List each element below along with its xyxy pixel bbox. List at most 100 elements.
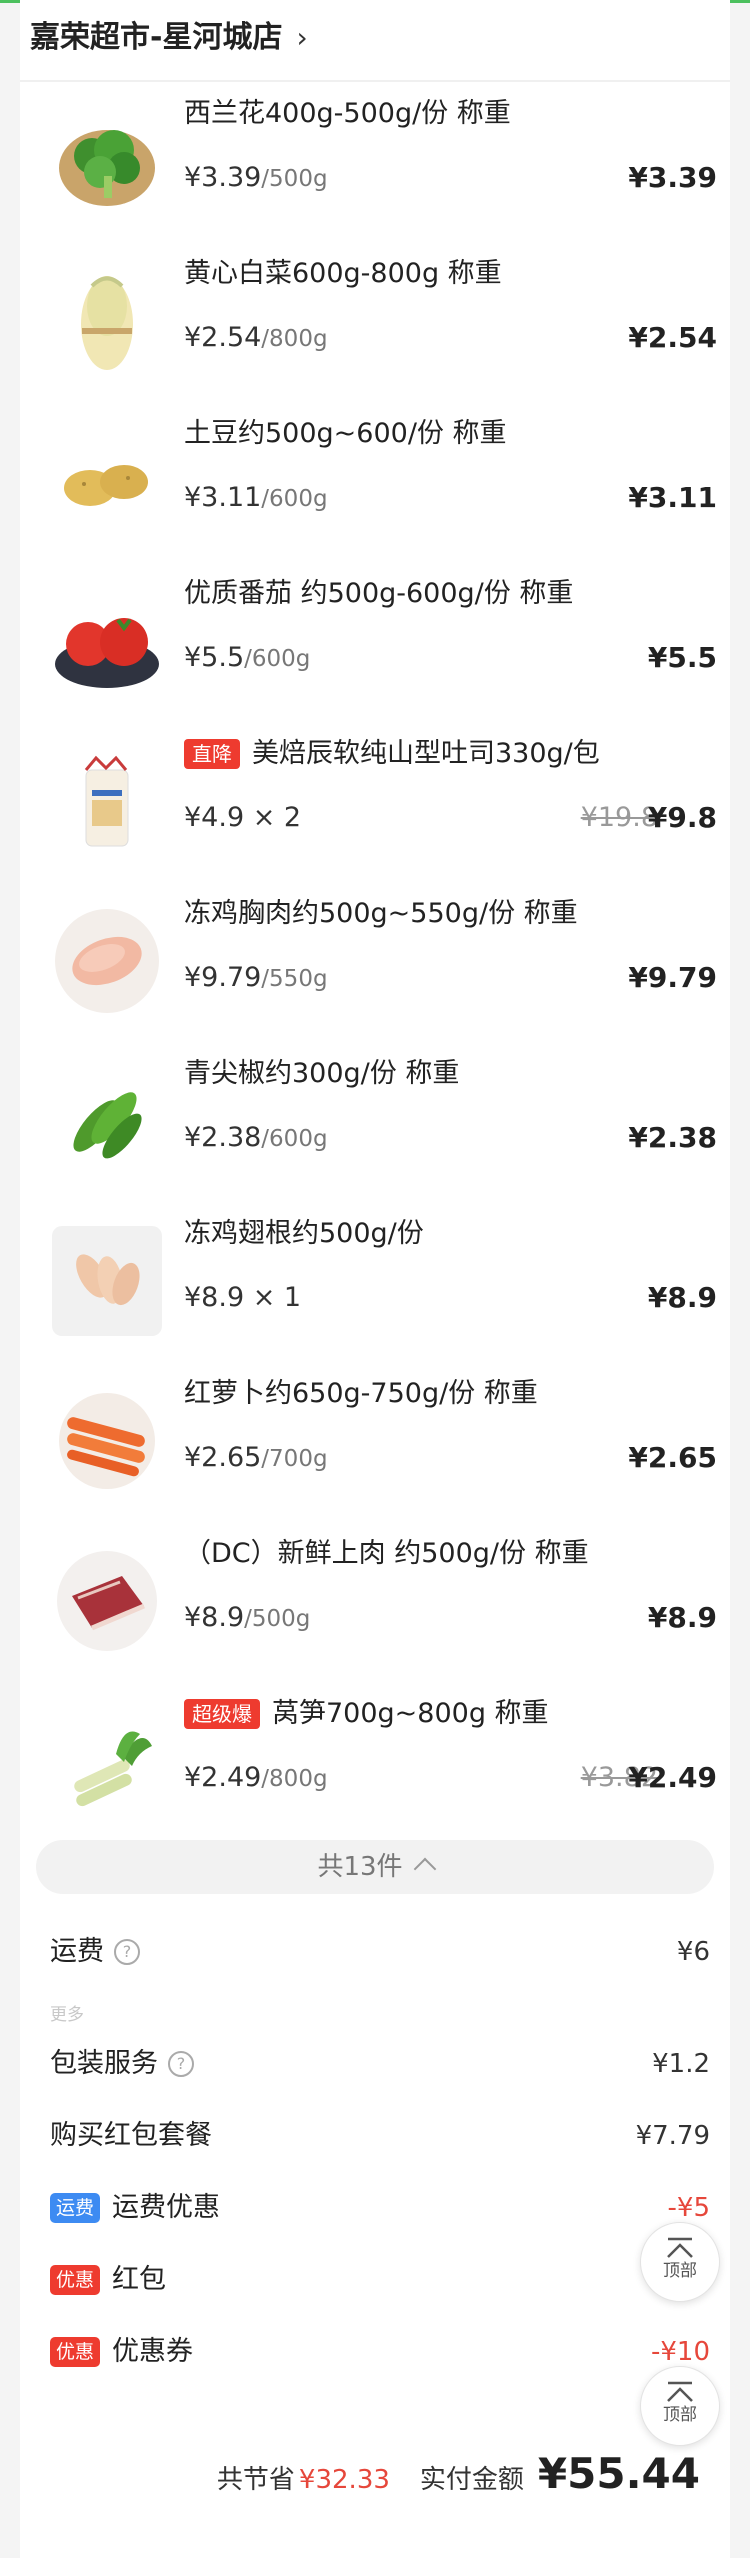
discount-badge: 优惠 <box>50 2265 101 2295</box>
list-item[interactable]: 土豆约500g~600/份 称重 ¥3.11/600g ¥3.11 <box>20 406 730 556</box>
unit-price-value: ¥8.9 × 1 <box>184 1282 302 1313</box>
item-title: 超级爆 莴笋700g~800g 称重 <box>184 1694 724 1734</box>
more-label: 更多 <box>50 2005 84 2025</box>
pay-amount: ¥55.44 <box>537 2449 700 2498</box>
list-item[interactable]: 黄心白菜600g-800g 称重 ¥2.54/800g ¥2.54 <box>20 246 730 396</box>
fee-value: ¥7.79 <box>635 2121 710 2151</box>
unit-price-value: ¥2.54 <box>184 322 262 353</box>
list-item[interactable]: 西兰花400g-500g/份 称重 ¥3.39/500g ¥3.39 <box>20 86 730 236</box>
list-item[interactable]: 超级爆 莴笋700g~800g 称重 ¥2.49/800g ¥3.82 ¥2.49 <box>20 1686 730 1836</box>
arrow-up-icon <box>667 2381 693 2402</box>
collapse-items-button[interactable]: 共13件 <box>36 1840 714 1894</box>
broccoli-image <box>52 106 162 216</box>
chevron-right-icon: › <box>296 21 308 54</box>
item-total: ¥8.9 <box>647 1281 717 1314</box>
discount-badge: 优惠 <box>50 2337 101 2367</box>
fee-row-shipping-discount: 运费 运费优惠 -¥5 <box>50 2186 710 2230</box>
fee-row-shipping: 运费? ¥6 <box>50 1930 710 1974</box>
back-to-top-label: 顶部 <box>663 2405 697 2425</box>
arrow-up-icon <box>667 2237 693 2258</box>
toast-bread-image <box>52 746 162 856</box>
item-title-text: 土豆约500g~600/份 称重 <box>184 418 507 449</box>
item-total: ¥5.5 <box>647 641 717 674</box>
back-to-top-button[interactable]: 顶部 <box>640 2222 720 2302</box>
item-title-text: （DC）新鲜上肉 约500g/份 称重 <box>184 1538 589 1569</box>
unit-price-value: ¥4.9 × 2 <box>184 802 302 833</box>
unit-price-value: ¥2.38 <box>184 1122 262 1153</box>
item-title-text: 优质番茄 约500g-600g/份 称重 <box>184 578 574 609</box>
cabbage-image <box>52 266 162 376</box>
potato-image <box>52 426 162 536</box>
chicken-drumette-image <box>52 1226 162 1336</box>
unit-weight: /500g <box>244 1606 311 1632</box>
unit-weight: /800g <box>261 1766 328 1792</box>
list-item[interactable]: 冻鸡胸肉约500g~550g/份 称重 ¥9.79/550g ¥9.79 <box>20 886 730 1036</box>
carrot-image <box>52 1386 162 1496</box>
pork-image <box>52 1546 162 1656</box>
fee-row-redpack-set[interactable]: 购买红包套餐 ¥7.79 <box>50 2114 710 2158</box>
fee-row-coupon[interactable]: 优惠 优惠券 -¥10 <box>50 2330 710 2374</box>
item-title: （DC）新鲜上肉 约500g/份 称重 <box>184 1534 724 1574</box>
fee-label: 运费优惠 <box>112 2192 221 2223</box>
unit-price-value: ¥2.65 <box>184 1442 262 1473</box>
chevron-up-icon <box>413 1857 436 1881</box>
unit-weight: /600g <box>244 646 311 672</box>
item-total: ¥2.49 <box>628 1761 717 1794</box>
help-icon[interactable]: ? <box>168 2051 194 2077</box>
item-title-text: 黄心白菜600g-800g 称重 <box>184 258 502 289</box>
store-name: 嘉荣超市-星河城店 <box>30 20 283 55</box>
item-total: ¥3.39 <box>628 161 717 194</box>
help-icon[interactable]: ? <box>114 1939 140 1965</box>
unit-price-value: ¥3.11 <box>184 482 262 513</box>
list-item[interactable]: （DC）新鲜上肉 约500g/份 称重 ¥8.9/500g ¥8.9 <box>20 1526 730 1676</box>
fee-label: 优惠券 <box>112 2336 194 2367</box>
fee-label: 运费 <box>50 1936 104 1967</box>
fee-label: 包装服务 <box>50 2048 158 2079</box>
unit-weight: /800g <box>261 326 328 352</box>
savings-value: ¥32.33 <box>298 2465 390 2495</box>
unit-price-value: ¥3.39 <box>184 162 262 193</box>
item-total: ¥2.38 <box>628 1121 717 1154</box>
list-item[interactable]: 青尖椒约300g/份 称重 ¥2.38/600g ¥2.38 <box>20 1046 730 1196</box>
item-total: ¥9.79 <box>628 961 717 994</box>
order-summary: 共节省 ¥32.33 实付金额 ¥55.44 <box>217 2440 700 2500</box>
unit-price: ¥4.9 × 2 <box>184 798 301 838</box>
item-total: ¥2.54 <box>628 321 717 354</box>
unit-price-value: ¥2.49 <box>184 1762 262 1793</box>
unit-price: ¥2.49/800g <box>184 1758 328 1799</box>
store-header[interactable]: 嘉荣超市-星河城店 › <box>30 14 308 62</box>
item-title: 西兰花400g-500g/份 称重 <box>184 94 724 134</box>
fee-value: ¥6 <box>676 1937 710 1967</box>
item-title-text: 美焙辰软纯山型吐司330g/包 <box>252 738 600 769</box>
back-to-top-label: 顶部 <box>663 2261 697 2281</box>
fee-row-redpack[interactable]: 优惠 红包 <box>50 2258 710 2302</box>
list-item[interactable]: 直降 美焙辰软纯山型吐司330g/包 ¥4.9 × 2 ¥19.8 ¥9.8 <box>20 726 730 876</box>
list-item[interactable]: 优质番茄 约500g-600g/份 称重 ¥5.5/600g ¥5.5 <box>20 566 730 716</box>
green-pepper-image <box>52 1066 162 1176</box>
item-title: 红萝卜约650g-750g/份 称重 <box>184 1374 724 1414</box>
item-total: ¥8.9 <box>647 1601 717 1634</box>
fee-label: 购买红包套餐 <box>50 2120 212 2151</box>
chicken-breast-image <box>52 906 162 1016</box>
back-to-top-button[interactable]: 顶部 <box>640 2366 720 2446</box>
unit-price-value: ¥5.5 <box>184 642 245 673</box>
item-title-text: 冻鸡翅根约500g/份 <box>184 1218 424 1249</box>
item-title-text: 红萝卜约650g-750g/份 称重 <box>184 1378 538 1409</box>
item-title: 优质番茄 约500g-600g/份 称重 <box>184 574 724 614</box>
list-item[interactable]: 冻鸡翅根约500g/份 ¥8.9 × 1 ¥8.9 <box>20 1206 730 1356</box>
unit-price: ¥2.38/600g <box>184 1118 328 1159</box>
unit-weight: /600g <box>261 486 328 512</box>
unit-price: ¥8.9/500g <box>184 1598 310 1639</box>
unit-price: ¥3.39/500g <box>184 158 328 199</box>
item-title: 青尖椒约300g/份 称重 <box>184 1054 724 1094</box>
list-item[interactable]: 红萝卜约650g-750g/份 称重 ¥2.65/700g ¥2.65 <box>20 1366 730 1516</box>
item-total: ¥2.65 <box>628 1441 717 1474</box>
pay-label: 实付金额 <box>419 2465 524 2495</box>
fee-label: 红包 <box>112 2264 167 2295</box>
unit-price-value: ¥8.9 <box>184 1602 245 1633</box>
shipping-badge: 运费 <box>50 2193 101 2223</box>
lettuce-stem-image <box>52 1706 162 1816</box>
unit-price: ¥8.9 × 1 <box>184 1278 301 1318</box>
tomato-image <box>52 586 162 696</box>
item-title-text: 青尖椒约300g/份 称重 <box>184 1058 460 1089</box>
